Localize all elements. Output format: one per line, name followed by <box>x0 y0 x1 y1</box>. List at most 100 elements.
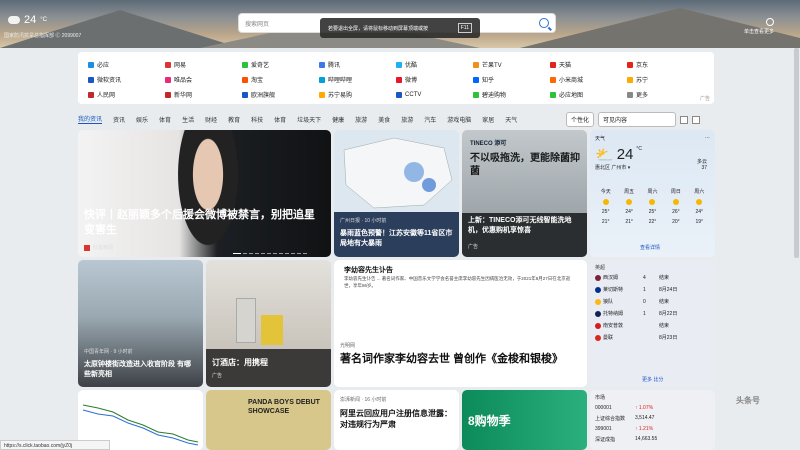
nav-tab[interactable]: 体育 <box>159 115 171 124</box>
nav-tab[interactable]: 体育 <box>274 115 286 124</box>
nav-tab[interactable]: 科技 <box>251 115 263 124</box>
quick-link[interactable]: 网易 <box>165 57 242 72</box>
hero-news-card[interactable]: 快评丨赵丽颖多个后援会微博被禁言，别把追星变害生 红星新闻 <box>78 130 331 257</box>
quick-link[interactable]: 天猫 <box>550 57 627 72</box>
nav-tab[interactable]: 我的资讯 <box>78 114 103 124</box>
quick-link[interactable]: 优酷 <box>396 57 473 72</box>
shopping-ad-card[interactable]: 8购物季 <box>462 390 587 450</box>
quick-link[interactable]: 更多 <box>627 87 704 102</box>
header-weather[interactable]: 24 °C <box>8 14 47 26</box>
nav-tab[interactable]: 垃圾天下 <box>297 115 321 124</box>
quick-link[interactable]: 爱奇艺 <box>242 57 319 72</box>
tineco-ad-card[interactable]: TINECO 添可 不以吸拖洗，更能除菌抑菌 上新：TINECO添可无线智能洗地… <box>462 130 587 257</box>
nav-tab[interactable]: 财经 <box>205 115 217 124</box>
quick-link[interactable]: 必应 <box>88 57 165 72</box>
quick-link-label: 京东 <box>636 63 649 69</box>
obituary-news-card[interactable]: 李幼容先生讣告 李幼容先生讣告 ... 著名词作家、中国音乐文学学会名誉主席李幼容… <box>334 260 587 387</box>
aliyun-title[interactable]: 阿里云回应用户注册信息泄露：对违规行为严肃 <box>340 408 453 430</box>
sports-more-link[interactable]: 更多 比分 <box>642 376 663 383</box>
match-row[interactable]: 南安普敦 结束 <box>595 322 710 329</box>
quick-link[interactable]: 必应地图 <box>550 87 627 102</box>
site-icon <box>319 91 325 98</box>
nav-tab[interactable]: 汽车 <box>424 115 436 124</box>
quick-link-label: 微软资讯 <box>97 78 122 84</box>
quick-link[interactable]: 人民网 <box>88 87 165 102</box>
aliyun-news-card[interactable]: 澎湃新闻 · 16 小时前 阿里云回应用户注册信息泄露：对违规行为严肃 <box>334 390 459 450</box>
panda-title[interactable]: PANDA BOYS DEBUT SHOWCASE <box>248 398 331 416</box>
header-right-note[interactable]: 单击查看更多 <box>744 28 774 35</box>
quick-link-label: 更多 <box>636 93 649 99</box>
quick-link-label: 腾讯 <box>328 63 341 69</box>
nav-tab[interactable]: 教育 <box>228 115 240 124</box>
ctrip-title[interactable]: 订酒店：用携程 <box>212 357 325 368</box>
nav-tab[interactable]: 旅游 <box>401 115 413 124</box>
quick-link[interactable]: 京东 <box>627 57 704 72</box>
sports-card[interactable]: 英超 西汉姆 4 结束 莱切斯特 1 8月24日 狼队 0 结束 托特纳姆 1 8月22日 南安普敦 结束… <box>590 260 715 387</box>
nav-tab[interactable]: 娱乐 <box>136 115 148 124</box>
search-icon[interactable] <box>539 18 549 28</box>
carousel-dots[interactable] <box>233 252 307 254</box>
quick-link[interactable]: 苏宁 <box>627 72 704 87</box>
quick-link[interactable]: 微博 <box>396 72 473 87</box>
obituary-title[interactable]: 著名词作家李幼容去世 曾创作《金梭和银梭》 <box>340 350 581 366</box>
tineco-title[interactable]: 上新：TINECO添可无线智能洗地机，优惠购机享惊喜 <box>468 216 581 236</box>
quick-link-label: 芒果TV <box>482 63 502 69</box>
site-icon <box>396 61 402 68</box>
shopping-title[interactable]: 8购物季 <box>468 414 511 428</box>
nav-tab[interactable]: 生活 <box>182 115 194 124</box>
team-crest-icon <box>595 286 601 293</box>
quick-link[interactable]: 新华网 <box>165 87 242 102</box>
nav-tab[interactable]: 美食 <box>378 115 390 124</box>
weather-temp: 24 <box>616 146 634 163</box>
quick-link[interactable]: CCTV <box>396 87 473 102</box>
nav-tab[interactable]: 健康 <box>332 115 344 124</box>
ctrip-ad-card[interactable]: 订酒店：用携程 广告 <box>206 260 331 387</box>
nav-tab[interactable]: 旅游 <box>355 115 367 124</box>
quick-link[interactable]: 苏宁易购 <box>319 87 396 102</box>
scrollbar[interactable] <box>794 48 799 258</box>
panda-boys-card[interactable]: PANDA BOYS DEBUT SHOWCASE <box>206 390 331 450</box>
gear-icon[interactable] <box>766 18 774 26</box>
map-title[interactable]: 暴雨蓝色预警！江苏安徽等11省区市局地有大暴雨 <box>340 229 453 249</box>
quick-link[interactable]: 腾讯 <box>319 57 396 72</box>
tower-news-card[interactable]: 中国青年网 · 9 小时前 太原钟楼街改造进入收官阶段 有哪些新亮相 <box>78 260 203 387</box>
market-card[interactable]: 市场 000001 ↑ 1.07% 上证综合指数 3,514.47 399001 ↑ 1.… <box>590 390 715 450</box>
match-row[interactable]: 莱切斯特 1 8月24日 <box>595 286 710 293</box>
grid-view-icon[interactable] <box>680 115 689 124</box>
quick-link[interactable]: 微软资讯 <box>88 72 165 87</box>
nav-tab[interactable]: 天气 <box>505 115 517 124</box>
quick-link[interactable]: 碧迪购物 <box>473 87 550 102</box>
weather-card[interactable]: 天气 ⋯ ⛅ 24 °C 惠北区 广州市 ▾ 多云 37 今天 周五 周六 周日 周六 25° 24… <box>590 130 715 257</box>
list-view-icon[interactable] <box>692 115 701 124</box>
match-row[interactable]: 托特纳姆 1 8月22日 <box>595 310 710 317</box>
nav-tab[interactable]: 游戏电脑 <box>447 115 471 124</box>
team-crest-icon <box>595 310 601 317</box>
quick-link[interactable]: 欧洲旗舰 <box>242 87 319 102</box>
hero-title[interactable]: 快评丨赵丽颖多个后援会微博被禁言，别把追星变害生 <box>84 208 325 238</box>
quick-link-label: 唯品会 <box>174 78 193 84</box>
quick-link[interactable]: 唯品会 <box>165 72 242 87</box>
match-row[interactable]: 曼联 8月23日 <box>595 334 710 341</box>
quick-link[interactable]: 哔哩哔哩 <box>319 72 396 87</box>
weather-location[interactable]: 惠北区 广州市 ▾ <box>595 164 710 171</box>
quick-link[interactable]: 淘宝 <box>242 72 319 87</box>
weather-condition: 多云 <box>696 159 707 165</box>
match-row[interactable]: 西汉姆 4 结束 <box>595 274 710 281</box>
forecast-lows: 22° <box>648 219 657 225</box>
nav-tab[interactable]: 资讯 <box>113 115 125 124</box>
tineco-source: 广告 <box>468 244 479 250</box>
nav-tab[interactable]: 家居 <box>482 115 494 124</box>
quick-link[interactable]: 小米商城 <box>550 72 627 87</box>
quick-link[interactable]: 知乎 <box>473 72 550 87</box>
quick-link-label: 天猫 <box>559 63 572 69</box>
weather-more-link[interactable]: 查看详情 <box>640 244 660 251</box>
content-select[interactable]: 可见内容 <box>598 112 677 127</box>
match-row[interactable]: 狼队 0 结束 <box>595 298 710 305</box>
quick-link[interactable]: 芒果TV <box>473 57 550 72</box>
site-icon <box>242 76 248 83</box>
more-icon[interactable]: ⋯ <box>705 135 710 142</box>
tower-title[interactable]: 太原钟楼街改造进入收官阶段 有哪些新亮相 <box>84 360 197 380</box>
personalize-button[interactable]: 个性化 <box>566 112 595 127</box>
rain-warning-card[interactable]: 广州日报 · 10 小时前 暴雨蓝色预警！江苏安徽等11省区市局地有大暴雨 <box>334 130 459 257</box>
site-icon <box>319 76 325 83</box>
